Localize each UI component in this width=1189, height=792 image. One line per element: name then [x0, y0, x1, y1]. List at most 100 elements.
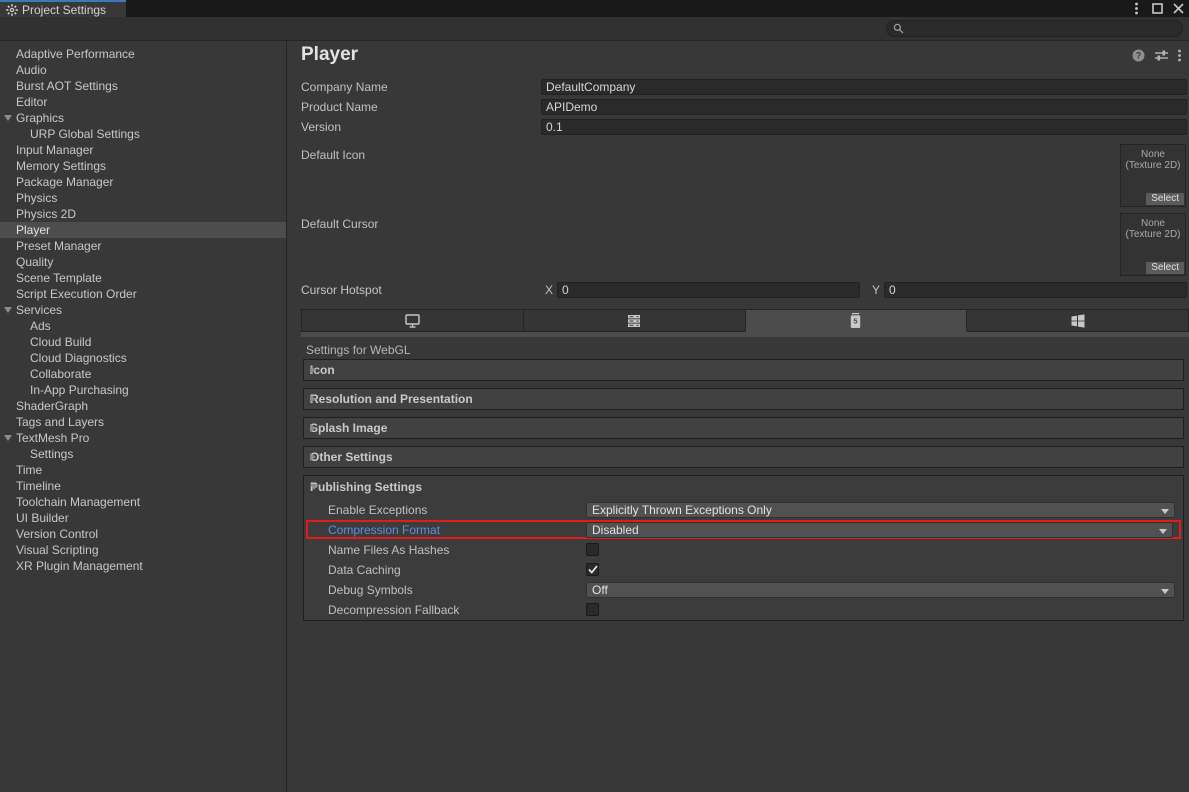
sidebar-item-tags-and-layers[interactable]: Tags and Layers: [0, 414, 286, 430]
setting-row-enable-exceptions: Enable ExceptionsExplicitly Thrown Excep…: [306, 500, 1181, 519]
sidebar-item-timeline[interactable]: Timeline: [0, 478, 286, 494]
sidebar-item-label: Player: [16, 223, 50, 237]
chevron-down-icon: [1161, 509, 1169, 514]
settings-for-label: Settings for WebGL: [306, 343, 411, 357]
platform-tab-dedicated-server[interactable]: [524, 309, 746, 332]
cursor-hotspot-x-field[interactable]: 0: [557, 282, 860, 298]
sidebar-item-audio[interactable]: Audio: [0, 62, 286, 78]
chevron-down-icon: [1159, 529, 1167, 534]
foldout-open-icon[interactable]: [310, 484, 318, 490]
dropdown-value: Off: [592, 583, 608, 597]
close-icon[interactable]: [1171, 2, 1185, 16]
sidebar-item-editor[interactable]: Editor: [0, 94, 286, 110]
publishing-settings-header[interactable]: Publishing Settings: [304, 476, 1183, 498]
debug-symbols-dropdown[interactable]: Off: [586, 582, 1175, 598]
sidebar-item-input-manager[interactable]: Input Manager: [0, 142, 286, 158]
sidebar-item-quality[interactable]: Quality: [0, 254, 286, 270]
sidebar-item-label: Script Execution Order: [16, 287, 137, 301]
company-name-row: Company Name DefaultCompany: [301, 78, 1187, 95]
project-settings-window: Project Settings Adaptive PerformanceAud…: [0, 0, 1189, 792]
platform-tab-webgl[interactable]: 5: [746, 309, 968, 332]
default-cursor-texture-slot[interactable]: None (Texture 2D) Select: [1120, 213, 1186, 276]
sidebar-item-player[interactable]: Player: [0, 222, 286, 238]
window-title: Project Settings: [22, 3, 106, 17]
checkmark-icon: [588, 565, 598, 574]
sidebar-item-collaborate[interactable]: Collaborate: [0, 366, 286, 382]
sidebar-item-urp-global-settings[interactable]: URP Global Settings: [0, 126, 286, 142]
sidebar-item-label: UI Builder: [16, 511, 69, 525]
sidebar-item-services[interactable]: Services: [0, 302, 286, 318]
sidebar-item-physics-2d[interactable]: Physics 2D: [0, 206, 286, 222]
company-name-field[interactable]: DefaultCompany: [541, 79, 1187, 95]
sidebar-item-scene-template[interactable]: Scene Template: [0, 270, 286, 286]
sidebar-item-xr-plugin-management[interactable]: XR Plugin Management: [0, 558, 286, 574]
cursor-hotspot-y-field[interactable]: 0: [884, 282, 1187, 298]
maximize-icon[interactable]: [1150, 2, 1164, 16]
data-caching-checkbox[interactable]: [586, 563, 599, 576]
section-header-resolution-and-presentation[interactable]: Resolution and Presentation: [303, 388, 1184, 410]
page-title: Player: [301, 44, 358, 66]
sidebar-item-label: Quality: [16, 255, 53, 269]
sidebar-item-toolchain-management[interactable]: Toolchain Management: [0, 494, 286, 510]
product-name-field[interactable]: APIDemo: [541, 99, 1187, 115]
sidebar-item-label: TextMesh Pro: [16, 431, 89, 445]
sidebar-item-script-execution-order[interactable]: Script Execution Order: [0, 286, 286, 302]
foldout-open-icon[interactable]: [4, 307, 12, 313]
section-header-icon[interactable]: Icon: [303, 359, 1184, 381]
sidebar-item-preset-manager[interactable]: Preset Manager: [0, 238, 286, 254]
sidebar-item-ui-builder[interactable]: UI Builder: [0, 510, 286, 526]
sidebar-item-settings[interactable]: Settings: [0, 446, 286, 462]
decompression-fallback-checkbox[interactable]: [586, 603, 599, 616]
project-settings-tab[interactable]: Project Settings: [0, 0, 126, 17]
sidebar-item-burst-aot-settings[interactable]: Burst AOT Settings: [0, 78, 286, 94]
sidebar-item-ads[interactable]: Ads: [0, 318, 286, 334]
platform-tab-standalone-monitor[interactable]: [301, 309, 524, 332]
section-header-other-settings[interactable]: Other Settings: [303, 446, 1184, 468]
select-button[interactable]: Select: [1146, 262, 1184, 274]
default-icon-texture-slot[interactable]: None (Texture 2D) Select: [1120, 144, 1186, 207]
setting-label: Data Caching: [328, 563, 586, 577]
platform-tab-windows-uwp[interactable]: [967, 309, 1189, 332]
name-files-as-hashes-checkbox[interactable]: [586, 543, 599, 556]
cursor-hotspot-row: Cursor Hotspot X 0 Y 0: [301, 281, 1187, 298]
foldout-closed-icon: [310, 453, 316, 461]
kebab-menu-icon[interactable]: [1178, 49, 1181, 62]
version-field[interactable]: 0.1: [541, 119, 1187, 135]
enable-exceptions-dropdown[interactable]: Explicitly Thrown Exceptions Only: [586, 502, 1175, 518]
dropdown-value: Disabled: [592, 523, 639, 537]
window-controls: [1129, 0, 1185, 17]
sidebar-item-cloud-diagnostics[interactable]: Cloud Diagnostics: [0, 350, 286, 366]
select-button[interactable]: Select: [1146, 193, 1184, 205]
presets-icon[interactable]: [1155, 50, 1168, 62]
sidebar-item-physics[interactable]: Physics: [0, 190, 286, 206]
player-settings-pane: Player ? Company Name DefaultCompany Pro…: [288, 41, 1189, 792]
sidebar-item-label: Ads: [30, 319, 51, 333]
sidebar-item-package-manager[interactable]: Package Manager: [0, 174, 286, 190]
sidebar-item-in-app-purchasing[interactable]: In-App Purchasing: [0, 382, 286, 398]
sidebar-item-adaptive-performance[interactable]: Adaptive Performance: [0, 46, 286, 62]
sidebar-item-version-control[interactable]: Version Control: [0, 526, 286, 542]
setting-label: Compression Format: [328, 523, 586, 537]
sidebar-item-label: Preset Manager: [16, 239, 101, 253]
sidebar-item-visual-scripting[interactable]: Visual Scripting: [0, 542, 286, 558]
kebab-menu-icon[interactable]: [1129, 2, 1143, 16]
foldout-open-icon[interactable]: [4, 435, 12, 441]
sidebar-item-label: Adaptive Performance: [16, 47, 135, 61]
texture-type-label: (Texture 2D): [1121, 160, 1185, 171]
gear-icon: [6, 4, 18, 16]
help-icon[interactable]: ?: [1132, 49, 1145, 62]
sidebar-item-label: Toolchain Management: [16, 495, 140, 509]
search-input[interactable]: [908, 23, 1176, 35]
compression-format-dropdown[interactable]: Disabled: [586, 522, 1173, 538]
search-box[interactable]: [886, 20, 1183, 37]
sidebar-item-time[interactable]: Time: [0, 462, 286, 478]
sidebar-item-cloud-build[interactable]: Cloud Build: [0, 334, 286, 350]
foldout-open-icon[interactable]: [4, 115, 12, 121]
sidebar-item-textmesh-pro[interactable]: TextMesh Pro: [0, 430, 286, 446]
sidebar-item-shadergraph[interactable]: ShaderGraph: [0, 398, 286, 414]
section-header-splash-image[interactable]: Splash Image: [303, 417, 1184, 439]
sidebar-item-memory-settings[interactable]: Memory Settings: [0, 158, 286, 174]
platform-tab-strip: 5: [301, 309, 1189, 332]
sidebar-item-graphics[interactable]: Graphics: [0, 110, 286, 126]
sidebar-item-label: Editor: [16, 95, 47, 109]
